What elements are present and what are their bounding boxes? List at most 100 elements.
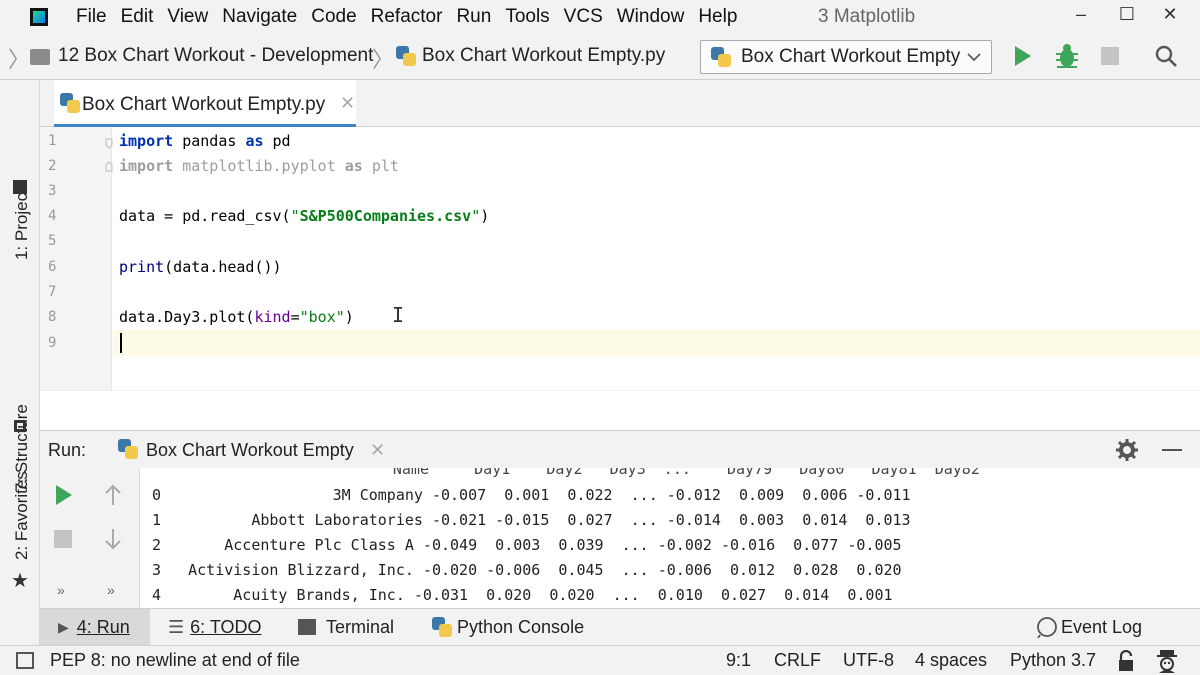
- hide-panel-icon[interactable]: [1162, 449, 1182, 451]
- favorites-star-icon: ★: [11, 570, 29, 592]
- run-button[interactable]: [1015, 46, 1031, 66]
- line-number: 9: [48, 335, 57, 351]
- python-run-icon: [118, 439, 138, 459]
- chevron-down-icon: [967, 53, 981, 62]
- menu-vcs[interactable]: VCS: [564, 6, 603, 28]
- menu-navigate[interactable]: Navigate: [222, 6, 297, 28]
- search-icon[interactable]: [1154, 44, 1178, 68]
- line-number: 7: [48, 284, 57, 300]
- alias: plt: [362, 157, 399, 175]
- run-tab-label[interactable]: Box Chart Workout Empty: [146, 440, 354, 461]
- toggle-tool-windows-icon[interactable]: [16, 652, 34, 669]
- menu-edit[interactable]: Edit: [121, 6, 154, 28]
- tab-run[interactable]: ▶ 4: Run: [40, 609, 150, 645]
- line-number: 5: [48, 233, 57, 249]
- python-console-icon: [432, 617, 452, 637]
- status-message[interactable]: PEP 8: no newline at end of file: [50, 650, 300, 671]
- run-configuration-select[interactable]: Box Chart Workout Empty: [700, 40, 992, 74]
- event-log-label: Event Log: [1061, 616, 1143, 637]
- code-editor[interactable]: 1 2 3 4 5 6 7 8 9 import pandas as pd im…: [40, 127, 1200, 390]
- lock-icon[interactable]: [1116, 650, 1136, 672]
- menu-window[interactable]: Window: [617, 6, 685, 28]
- python-config-icon: [711, 47, 731, 67]
- console-row: 0 3M Company -0.007 0.001 0.022 ... -0.0…: [152, 486, 911, 504]
- inspector-icon[interactable]: [1155, 649, 1179, 673]
- tab-todo-label: 6: TODO: [190, 616, 262, 637]
- string-literal: S&P500Companies.csv: [299, 207, 472, 225]
- keyword: import: [119, 157, 174, 175]
- mouse-ibeam-cursor-icon: I: [392, 303, 405, 327]
- code-text: (data.head()): [164, 258, 282, 276]
- run-console-output[interactable]: Name Day1 Day2 Day3 ... Day79 Day80 Day8…: [140, 468, 1200, 608]
- menu-tools[interactable]: Tools: [505, 6, 549, 28]
- nav-chevron-icon: 〉: [8, 47, 31, 72]
- keyword: as: [344, 157, 363, 175]
- console-row: 4 Acuity Brands, Inc. -0.031 0.020 0.020…: [152, 586, 893, 604]
- rerun-button[interactable]: [56, 485, 72, 505]
- expand-more-icon[interactable]: »: [57, 582, 65, 598]
- close-tab-icon[interactable]: ✕: [340, 93, 355, 114]
- line-gutter: 1 2 3 4 5 6 7 8 9: [40, 127, 114, 390]
- file-encoding[interactable]: UTF-8: [843, 650, 894, 671]
- tab-favorites[interactable]: 2: Favorites: [12, 471, 32, 560]
- console-row: 2 Accenture Plc Class A -0.049 0.003 0.0…: [152, 536, 902, 554]
- arrow-up-icon[interactable]: [104, 484, 122, 506]
- status-bar: PEP 8: no newline at end of file 9:1 CRL…: [0, 645, 1200, 675]
- fold-marker-icon[interactable]: [104, 135, 114, 175]
- debug-bug-icon[interactable]: [1054, 42, 1080, 70]
- menu-refactor[interactable]: Refactor: [371, 6, 443, 28]
- breadcrumb-project[interactable]: 12 Box Chart Workout - Development: [58, 45, 373, 67]
- minimize-button[interactable]: –: [1066, 4, 1096, 25]
- app-logo-icon: [30, 8, 48, 26]
- code-text: ): [344, 308, 354, 326]
- stop-run-button[interactable]: [54, 530, 72, 548]
- run-panel-label: Run:: [48, 440, 87, 460]
- maximize-button[interactable]: ☐: [1112, 4, 1142, 25]
- line-separator[interactable]: CRLF: [774, 650, 821, 671]
- expand-more-icon[interactable]: »: [107, 582, 115, 598]
- caret-position[interactable]: 9:1: [726, 650, 751, 671]
- indent-setting[interactable]: 4 spaces: [915, 650, 987, 671]
- code-line-6: print(data.head()): [119, 258, 282, 276]
- gear-icon[interactable]: [1116, 439, 1138, 461]
- tab-todo[interactable]: ☰ 6: TODO: [168, 609, 262, 645]
- code-text: ): [480, 207, 490, 225]
- python-interpreter[interactable]: Python 3.7: [1010, 650, 1096, 671]
- tab-python-console[interactable]: Python Console: [432, 609, 584, 645]
- breadcrumb-file[interactable]: Box Chart Workout Empty.py: [422, 45, 665, 67]
- stop-button[interactable]: [1101, 47, 1119, 65]
- run-tab-icon: ▶: [58, 618, 69, 635]
- editor-tab-active[interactable]: Box Chart Workout Empty.py ✕: [54, 80, 356, 127]
- arrow-down-icon[interactable]: [104, 528, 122, 550]
- tab-python-console-label: Python Console: [457, 616, 585, 637]
- menu-code[interactable]: Code: [311, 6, 356, 28]
- code-text: =: [290, 308, 300, 326]
- string-quote: ": [471, 207, 481, 225]
- python-file-icon: [60, 93, 80, 113]
- close-window-button[interactable]: ✕: [1155, 4, 1185, 25]
- code-text: data = pd.read_csv(: [119, 207, 291, 225]
- text-caret: [120, 333, 122, 353]
- current-line-highlight: [113, 330, 1200, 356]
- code-line-1: import pandas as pd: [119, 132, 291, 150]
- tab-terminal[interactable]: Terminal: [298, 609, 394, 645]
- menu-run[interactable]: Run: [456, 6, 491, 28]
- console-row: 1 Abbott Laboratories -0.021 -0.015 0.02…: [152, 511, 911, 529]
- terminal-icon: [298, 619, 316, 635]
- event-log-button[interactable]: Event Log: [1036, 609, 1142, 645]
- project-folder-icon: [13, 180, 27, 194]
- string-quote: ": [290, 207, 300, 225]
- tool-window-tabs: ▶ 4: Run ☰ 6: TODO Terminal Python Conso…: [40, 608, 1200, 645]
- menu-help[interactable]: Help: [698, 6, 737, 28]
- code-text: data.Day3.plot(: [119, 308, 255, 326]
- alias: pd: [263, 132, 291, 150]
- run-toolbar: » »: [40, 468, 140, 608]
- tab-project[interactable]: 1: Project: [12, 188, 32, 260]
- line-number: 2: [48, 158, 57, 174]
- tab-run-label: 4: Run: [76, 616, 130, 637]
- menu-view[interactable]: View: [167, 6, 208, 28]
- close-run-tab-icon[interactable]: ✕: [370, 440, 385, 461]
- menu-bar: File Edit View Navigate Code Refactor Ru…: [0, 0, 1200, 34]
- menu-file[interactable]: File: [76, 6, 107, 28]
- line-number: 1: [48, 133, 57, 149]
